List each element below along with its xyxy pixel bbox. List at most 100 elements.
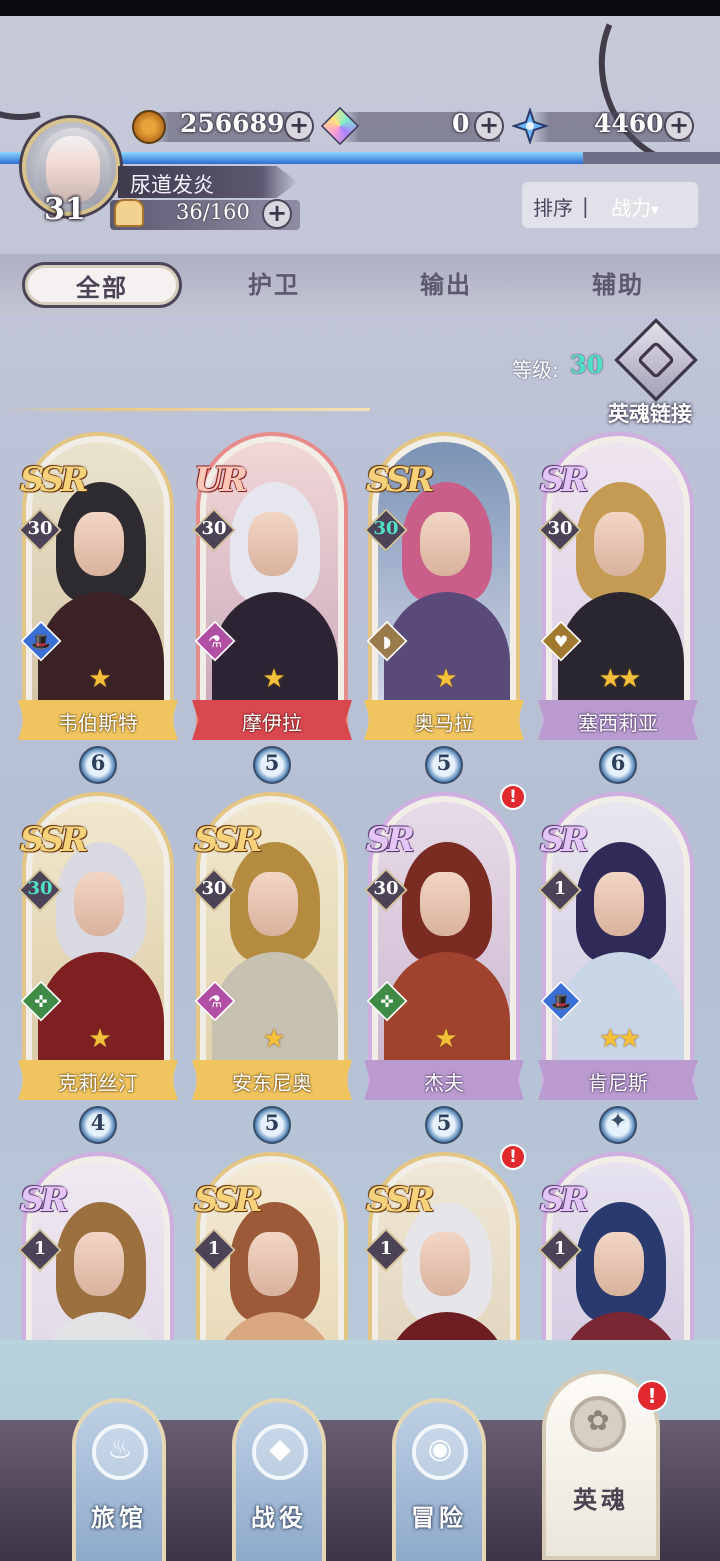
hero-card[interactable]: SR 1 🎩 ★★ 肯尼斯 ✦ bbox=[538, 792, 698, 1144]
shield-heart-icon: ♥ bbox=[553, 632, 569, 651]
hero-rarity-badge: SR bbox=[540, 820, 589, 860]
stamina-value: 36/160 bbox=[176, 200, 250, 224]
add-gold-button[interactable]: + bbox=[284, 111, 314, 141]
hat-icon: 🎩 bbox=[551, 992, 571, 1011]
level-filter-label: 等级: bbox=[512, 358, 559, 382]
hero-card[interactable]: UR 30 ⚗ ★ 摩伊拉 5 bbox=[192, 432, 352, 784]
hero-portrait-face bbox=[74, 872, 124, 936]
gold-coin-icon bbox=[132, 110, 166, 144]
soul-link-button[interactable] bbox=[614, 318, 698, 402]
tab-all[interactable]: 全部 bbox=[22, 262, 182, 308]
sort-value: 战力▾ bbox=[611, 196, 660, 220]
hero-rarity-badge: SR bbox=[20, 1180, 69, 1220]
player-name: 尿道发炎 bbox=[130, 173, 214, 197]
hero-rarity-badge: SSR bbox=[20, 460, 89, 500]
hero-card[interactable]: SSR 1 bbox=[192, 1152, 352, 1340]
hero-shard-count: 6 bbox=[610, 750, 626, 775]
hero-card[interactable]: SSR 30 ◗ ★ 奥马拉 5 bbox=[364, 432, 524, 784]
add-gem-button[interactable]: + bbox=[474, 111, 504, 141]
gold-amount: 256689 bbox=[180, 109, 285, 138]
level-filter-value: 30 bbox=[570, 350, 604, 379]
hero-level: 30 bbox=[373, 878, 399, 899]
campaign-crest-glyph: ◆ bbox=[269, 1432, 291, 1465]
hero-level: 1 bbox=[553, 878, 567, 899]
nav-tavern[interactable]: ♨ 旅馆 bbox=[72, 1398, 166, 1561]
hero-portrait-face bbox=[420, 1232, 470, 1296]
hero-grid: SSR 30 🎩 ★ 韦伯斯特 6 UR 30 ⚗ ★ 摩伊拉 5 SSR 30 ◗ ★ 奥马拉 5 SR 30 ♥ ★★… bbox=[0, 430, 720, 1340]
hero-rarity-badge: SR bbox=[540, 460, 589, 500]
hero-name: 奥马拉 bbox=[414, 711, 474, 735]
sort-separator: | bbox=[582, 194, 589, 218]
nav-adventure-label: 冒险 bbox=[411, 1504, 467, 1532]
hat-icon: 🎩 bbox=[31, 632, 51, 651]
add-stamina-button[interactable]: + bbox=[262, 199, 292, 229]
hero-rarity-badge: SR bbox=[366, 820, 415, 860]
hero-rarity-badge: SSR bbox=[366, 1180, 435, 1220]
hero-card[interactable]: SSR 30 ⚗ ★ 安东尼奥 5 bbox=[192, 792, 352, 1144]
tab-damage[interactable]: 输出 bbox=[366, 262, 526, 308]
hero-level: 1 bbox=[207, 1238, 221, 1259]
hero-level: 30 bbox=[547, 518, 573, 539]
nav-heroes-label: 英魂 bbox=[573, 1486, 629, 1514]
hero-shard-count: 4 bbox=[90, 1110, 106, 1135]
hero-card[interactable]: SR 1 bbox=[18, 1152, 178, 1340]
nav-tavern-label: 旅馆 bbox=[91, 1504, 147, 1532]
hero-card[interactable]: SSR 30 ✜ ★ 克莉丝汀 4 bbox=[18, 792, 178, 1144]
hero-shard-count: 5 bbox=[264, 750, 280, 775]
nav-adventure[interactable]: ◉ 冒险 bbox=[392, 1398, 486, 1561]
soul-link-label: 英魂链接 bbox=[608, 402, 692, 426]
shield-icon: ◗ bbox=[382, 632, 392, 651]
tavern-mug-glyph: ♨ bbox=[107, 1432, 133, 1465]
sort-label: 排序 bbox=[533, 196, 573, 220]
crosshair-icon: ✜ bbox=[34, 992, 48, 1011]
hero-portrait-face bbox=[420, 872, 470, 936]
hero-portrait-face bbox=[594, 512, 644, 576]
hero-stars: ★★ bbox=[598, 664, 642, 694]
hero-level: 30 bbox=[27, 518, 53, 539]
hero-portrait-face bbox=[74, 1232, 124, 1296]
hero-stars: ★ bbox=[88, 1024, 111, 1054]
hero-name: 韦伯斯特 bbox=[58, 711, 138, 735]
hero-stars: ★ bbox=[434, 1024, 457, 1054]
hero-level: 30 bbox=[27, 878, 53, 899]
branch-decoration-right bbox=[571, 0, 720, 195]
player-level: 31 bbox=[44, 192, 86, 227]
hero-name: 塞西莉亚 bbox=[578, 711, 658, 735]
adventure-eye-glyph: ◉ bbox=[427, 1432, 453, 1465]
blue-star-crystal-icon bbox=[512, 108, 548, 144]
hero-name: 安东尼奥 bbox=[232, 1071, 312, 1095]
hero-card[interactable]: SR 30 ♥ ★★ 塞西莉亚 6 bbox=[538, 432, 698, 784]
hero-name: 杰夫 bbox=[424, 1071, 464, 1095]
hero-portrait-face bbox=[74, 512, 124, 576]
hero-rarity-badge: SR bbox=[540, 1180, 589, 1220]
hero-level: 30 bbox=[373, 518, 399, 539]
hero-portrait-face bbox=[420, 512, 470, 576]
hero-level: 1 bbox=[553, 1238, 567, 1259]
nav-campaign-label: 战役 bbox=[251, 1504, 307, 1532]
hero-stars: ★★ bbox=[598, 1024, 642, 1054]
hero-shard-count: 5 bbox=[436, 1110, 452, 1135]
add-crystal-button[interactable]: + bbox=[664, 111, 694, 141]
hero-rarity-badge: SSR bbox=[20, 820, 89, 860]
hero-rarity-badge: UR bbox=[194, 460, 248, 500]
hero-rarity-badge: SSR bbox=[194, 820, 263, 860]
hero-portrait-face bbox=[248, 512, 298, 576]
hero-portrait-face bbox=[594, 872, 644, 936]
hero-stars: ★ bbox=[88, 664, 111, 694]
hero-card[interactable]: SR 30 ✜ ★ 杰夫 5! bbox=[364, 784, 526, 1144]
hero-card[interactable]: SSR 30 🎩 ★ 韦伯斯特 6 bbox=[18, 432, 178, 784]
nav-campaign[interactable]: ◆ 战役 bbox=[232, 1398, 326, 1561]
hero-portrait-face bbox=[248, 1232, 298, 1296]
hero-card[interactable]: SR 1 bbox=[538, 1152, 698, 1340]
hero-stars: ★ bbox=[262, 664, 285, 694]
hero-card[interactable]: SSR 1! bbox=[364, 1144, 526, 1340]
hero-alert-badge: ! bbox=[500, 1144, 526, 1170]
hero-level: 30 bbox=[201, 878, 227, 899]
potion-icon: ⚗ bbox=[207, 632, 223, 651]
hero-shard-count: 6 bbox=[90, 750, 106, 775]
chevron-down-icon: ▾ bbox=[651, 200, 660, 219]
hero-name: 克莉丝汀 bbox=[58, 1071, 138, 1095]
hero-stars: ★ bbox=[262, 1024, 285, 1054]
tab-support[interactable]: 辅助 bbox=[538, 262, 698, 308]
tab-guard[interactable]: 护卫 bbox=[194, 262, 354, 308]
